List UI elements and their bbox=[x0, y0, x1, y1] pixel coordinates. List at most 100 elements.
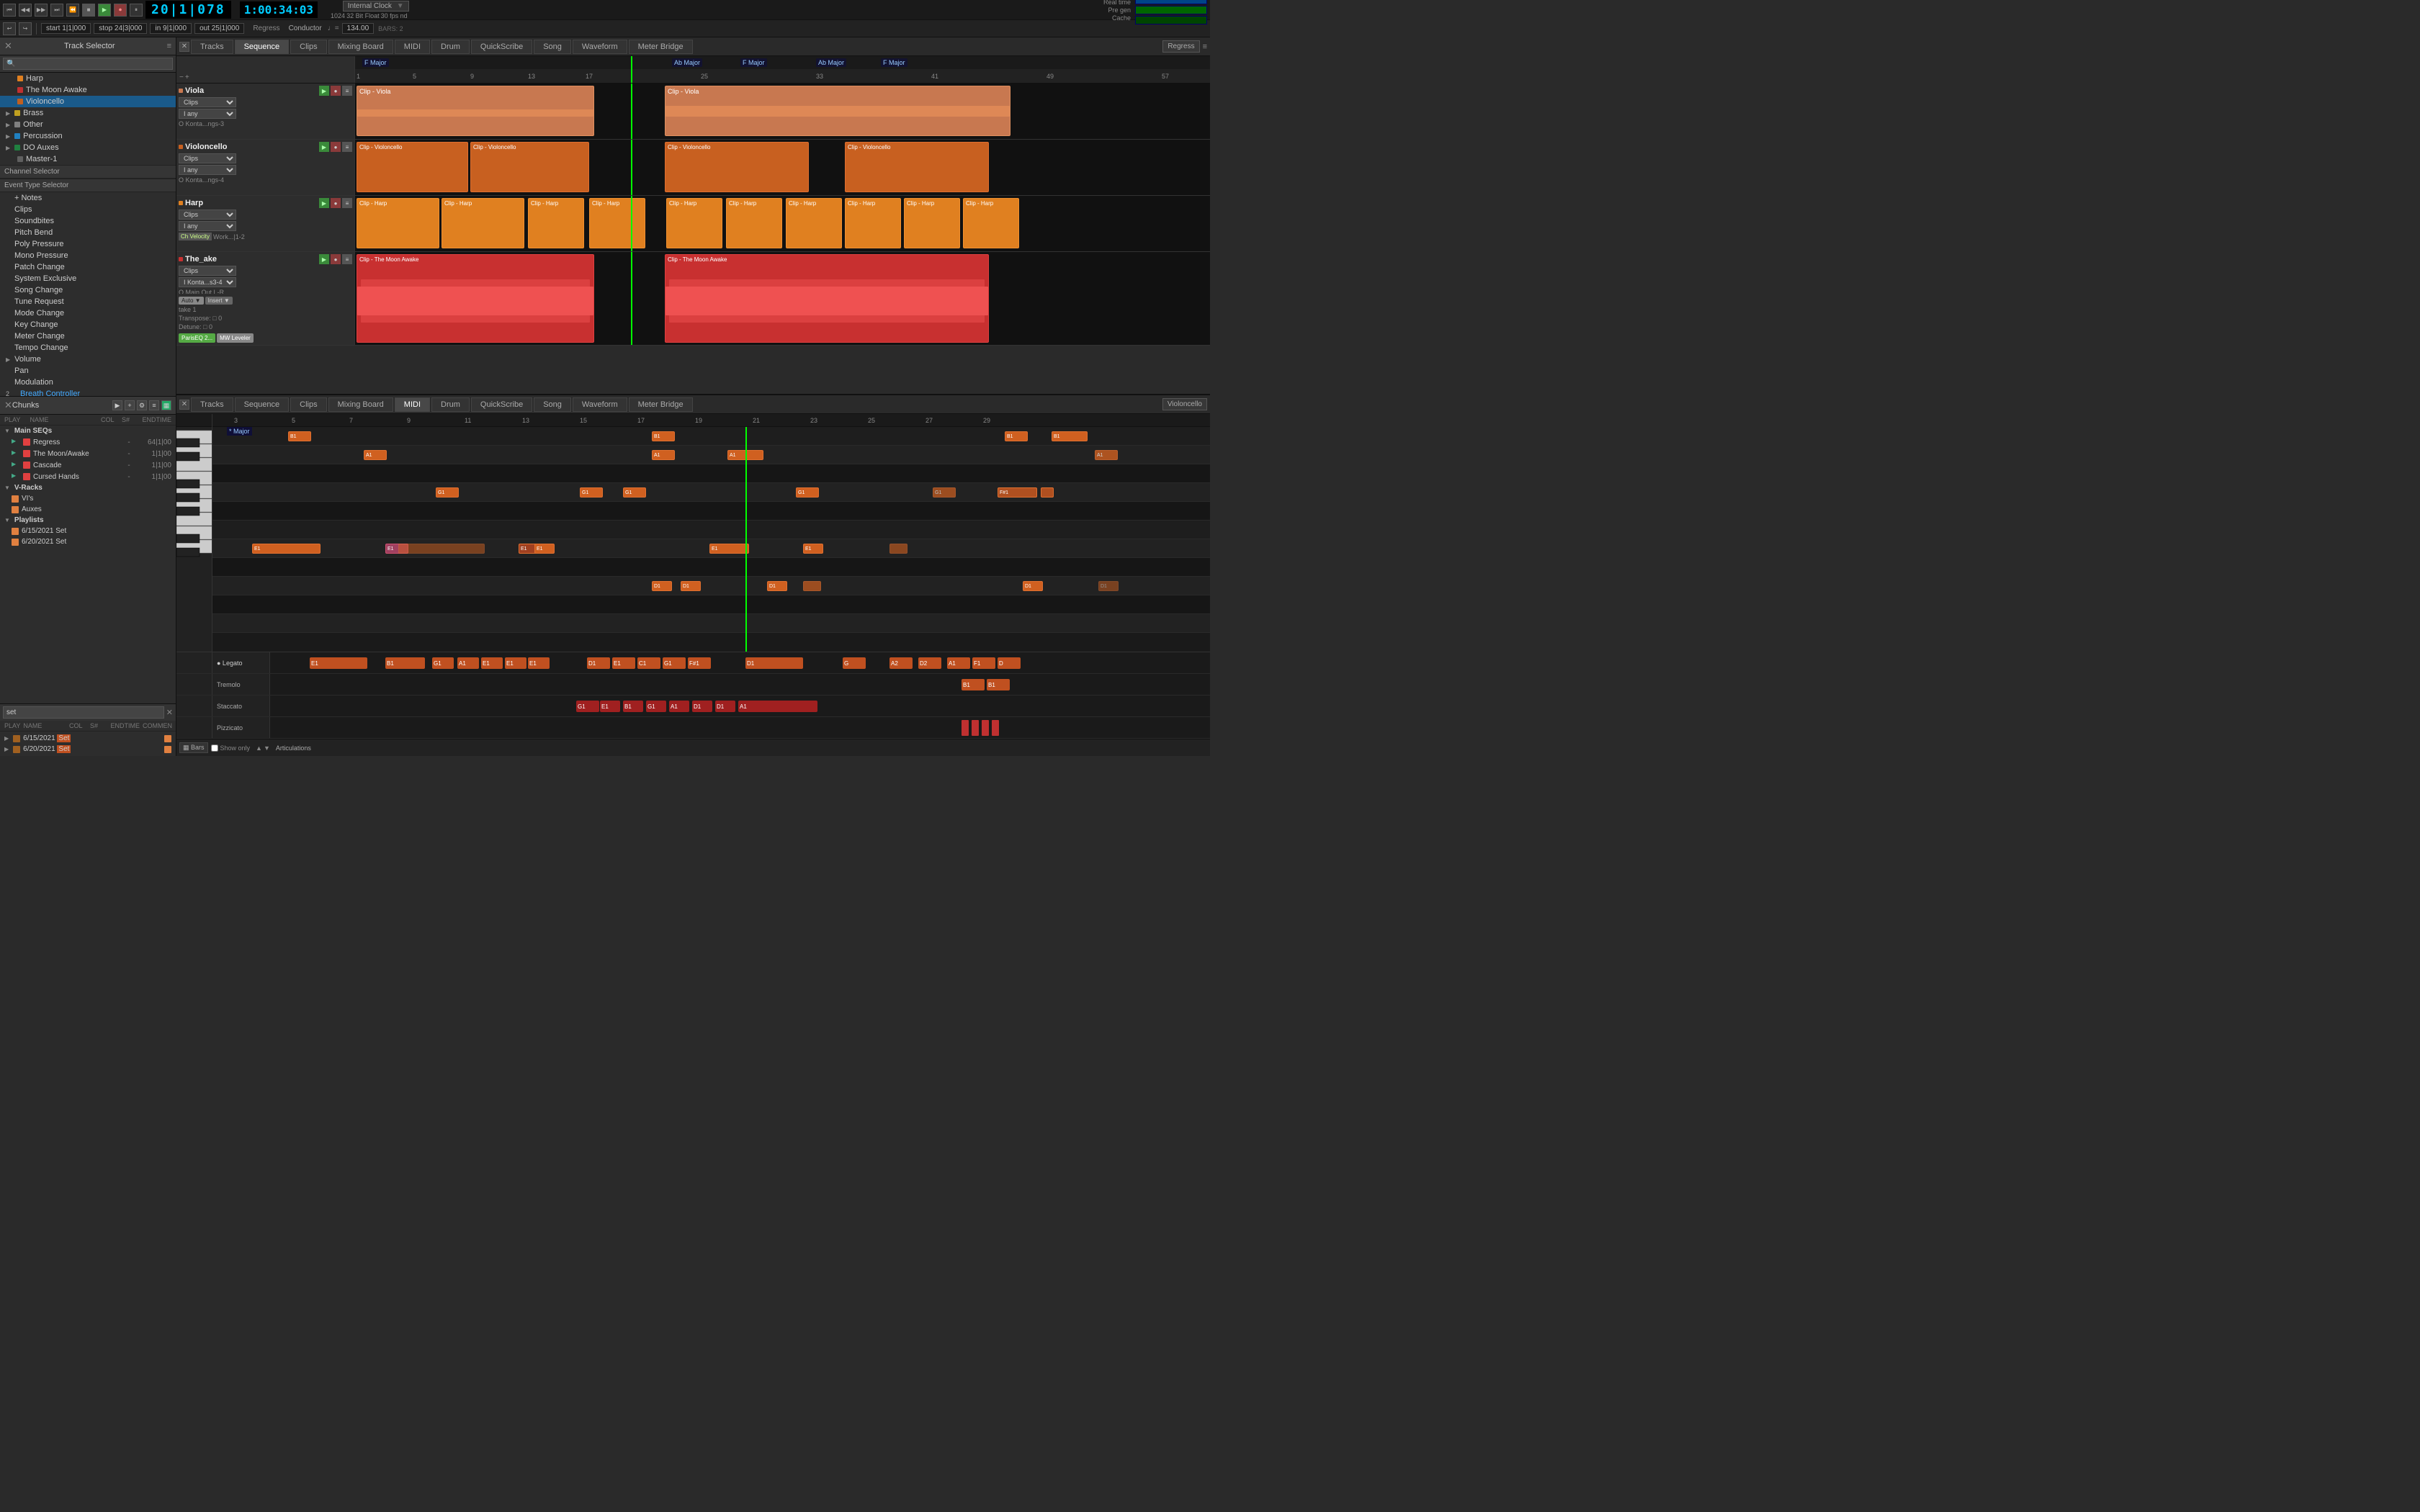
cello-menu-btn[interactable]: ≡ bbox=[342, 142, 352, 152]
tab-mixing-board[interactable]: Mixing Board bbox=[328, 40, 393, 54]
midi-toolbar-bars[interactable]: ▦ Bars bbox=[179, 742, 208, 753]
chunk-play-regress[interactable]: ▶ bbox=[12, 438, 20, 446]
event-pan[interactable]: Pan bbox=[0, 365, 176, 377]
artic-legato-4[interactable]: A1 bbox=[457, 657, 479, 669]
goto-start-btn[interactable]: ⏪ bbox=[66, 4, 79, 17]
midi-note-b1-3[interactable]: B1 bbox=[1005, 431, 1028, 441]
track-item-do-auxes[interactable]: ▶ DO Auxes bbox=[0, 142, 176, 153]
chunks-search-input[interactable] bbox=[3, 706, 164, 719]
conductor-label[interactable]: Conductor bbox=[289, 24, 322, 32]
artic-staccato-7[interactable]: D1 bbox=[715, 701, 735, 712]
clip-cello-2[interactable]: Clip - Violoncello bbox=[470, 142, 589, 192]
midi-tab-quickscribe[interactable]: QuickScribe bbox=[471, 397, 532, 412]
chunks-search-clear[interactable]: ✕ bbox=[166, 708, 173, 717]
clip-moon-2[interactable]: Clip - The Moon Awake bbox=[665, 254, 989, 343]
tab-song[interactable]: Song bbox=[534, 40, 571, 54]
undo-btn[interactable]: ↩ bbox=[3, 22, 16, 35]
viola-mute-btn[interactable]: ● bbox=[331, 86, 341, 96]
event-tempo-change[interactable]: Tempo Change bbox=[0, 342, 176, 354]
midi-note-e1-6[interactable]: E1 bbox=[709, 544, 749, 554]
tab-quickscribe[interactable]: QuickScribe bbox=[471, 40, 532, 54]
midi-note-g1-5[interactable]: G1 bbox=[933, 487, 956, 498]
artic-legato-8[interactable]: D1 bbox=[587, 657, 610, 669]
midi-note-e1-3[interactable] bbox=[398, 544, 485, 554]
midi-note-e1-8[interactable] bbox=[889, 544, 908, 554]
pans-eq-insert[interactable]: ParisEQ 2... bbox=[179, 333, 215, 343]
mw-leveler[interactable]: MW Leveler bbox=[217, 333, 254, 343]
viola-play-btn[interactable]: ▶ bbox=[319, 86, 329, 96]
artic-legato-10[interactable]: C1 bbox=[637, 657, 660, 669]
tab-midi-top[interactable]: MIDI bbox=[395, 40, 430, 54]
event-poly-pressure[interactable]: Poly Pressure bbox=[0, 238, 176, 250]
top-menu-icon[interactable]: ≡ bbox=[1203, 42, 1207, 51]
harp-menu-btn[interactable]: ≡ bbox=[342, 198, 352, 208]
harp-clip-select[interactable]: Clips bbox=[179, 210, 236, 220]
midi-tab-waveform[interactable]: Waveform bbox=[573, 397, 627, 412]
pause-btn[interactable]: ⏸ bbox=[130, 4, 143, 17]
chunks-menu-btn[interactable]: ≡ bbox=[149, 400, 159, 410]
chunk-v-racks[interactable]: ▼ V-Racks bbox=[0, 482, 176, 493]
event-tune-request[interactable]: Tune Request bbox=[0, 296, 176, 307]
midi-note-e1-1[interactable]: E1 bbox=[252, 544, 321, 554]
clip-harp-4[interactable]: Clip - Harp bbox=[589, 198, 645, 248]
midi-note-d1-2[interactable]: D1 bbox=[681, 581, 701, 591]
in-pos[interactable]: in 9|1|000 bbox=[150, 23, 192, 34]
cello-play-btn[interactable]: ▶ bbox=[319, 142, 329, 152]
chunk-play-cascade[interactable]: ▶ bbox=[12, 461, 20, 469]
midi-tab-tracks[interactable]: Tracks bbox=[191, 397, 233, 412]
fast-forward-btn[interactable]: ⏭ bbox=[50, 4, 63, 17]
chunk-play-moon[interactable]: ▶ bbox=[12, 449, 20, 458]
artic-legato-9[interactable]: E1 bbox=[612, 657, 635, 669]
midi-note-b1-4[interactable]: B1 bbox=[1052, 431, 1088, 441]
harp-mute-btn[interactable]: ● bbox=[331, 198, 341, 208]
artic-legato-11[interactable]: G1 bbox=[663, 657, 686, 669]
harp-vel-select[interactable]: I any bbox=[179, 221, 236, 231]
artic-legato-16[interactable]: D2 bbox=[918, 657, 941, 669]
event-key-change[interactable]: Key Change bbox=[0, 319, 176, 330]
clip-harp-5[interactable]: Clip - Harp bbox=[666, 198, 722, 248]
regress-btn[interactable]: Regress bbox=[1162, 40, 1199, 53]
midi-tab-song[interactable]: Song bbox=[534, 397, 571, 412]
track-item-master[interactable]: Master-1 bbox=[0, 153, 176, 165]
midi-note-d1-6[interactable]: D1 bbox=[1098, 581, 1119, 591]
forward-btn[interactable]: ▶▶ bbox=[35, 4, 48, 17]
artic-legato-2[interactable]: B1 bbox=[385, 657, 425, 669]
clip-viola-1[interactable]: Clip - Viola bbox=[357, 86, 594, 136]
midi-instrument-label[interactable]: Violoncello bbox=[1162, 398, 1207, 410]
chunk-vis[interactable]: VI's bbox=[0, 493, 176, 504]
artic-staccato-5[interactable]: A1 bbox=[669, 701, 689, 712]
track-search-input[interactable] bbox=[3, 58, 173, 70]
tab-clips[interactable]: Clips bbox=[290, 40, 326, 54]
event-mono-pressure[interactable]: Mono Pressure bbox=[0, 250, 176, 261]
midi-note-g1-3[interactable]: G1 bbox=[623, 487, 646, 498]
artic-staccato-3[interactable]: B1 bbox=[623, 701, 643, 712]
moon-vel-select[interactable]: I Konta...s3-4 bbox=[179, 277, 236, 287]
chunk-set-0615[interactable]: 6/15/2021 Set bbox=[0, 526, 176, 536]
artic-legato-13[interactable]: D1 bbox=[745, 657, 803, 669]
tempo-display[interactable]: 134.00 bbox=[342, 23, 375, 34]
tab-tracks[interactable]: Tracks bbox=[191, 40, 233, 54]
midi-note-d1-1[interactable]: D1 bbox=[652, 581, 672, 591]
artic-legato-5[interactable]: E1 bbox=[481, 657, 503, 669]
midi-arrow-up[interactable]: ▲ bbox=[256, 744, 262, 752]
midi-note-a1-4[interactable]: A1 bbox=[1095, 450, 1118, 460]
tab-drum[interactable]: Drum bbox=[431, 40, 470, 54]
viola-clip-select[interactable]: Clips bbox=[179, 97, 236, 107]
artic-pizzicato-2[interactable] bbox=[972, 720, 979, 736]
start-pos[interactable]: start 1|1|000 bbox=[41, 23, 91, 34]
chunk-search-result-2[interactable]: ▶ 6/20/2021 Set bbox=[0, 744, 176, 755]
moon-clip-select[interactable]: Clips bbox=[179, 266, 236, 276]
midi-tab-mixing[interactable]: Mixing Board bbox=[328, 397, 393, 412]
viola-vel-select[interactable]: I any bbox=[179, 109, 236, 119]
chunks-add-btn[interactable]: + bbox=[125, 400, 135, 410]
tab-meter-bridge[interactable]: Meter Bridge bbox=[629, 40, 693, 54]
artic-staccato-4[interactable]: G1 bbox=[646, 701, 666, 712]
clip-harp-2[interactable]: Clip - Harp bbox=[442, 198, 524, 248]
artic-legato-12[interactable]: F#1 bbox=[688, 657, 711, 669]
event-patch-change[interactable]: Patch Change bbox=[0, 261, 176, 273]
tab-sequence[interactable]: Sequence bbox=[235, 40, 290, 54]
chunks-settings-btn[interactable]: ⚙ bbox=[137, 400, 147, 410]
clip-harp-3[interactable]: Clip - Harp bbox=[528, 198, 584, 248]
artic-legato-3[interactable]: G1 bbox=[432, 657, 454, 669]
stop-pos[interactable]: stop 24|3|000 bbox=[94, 23, 147, 34]
